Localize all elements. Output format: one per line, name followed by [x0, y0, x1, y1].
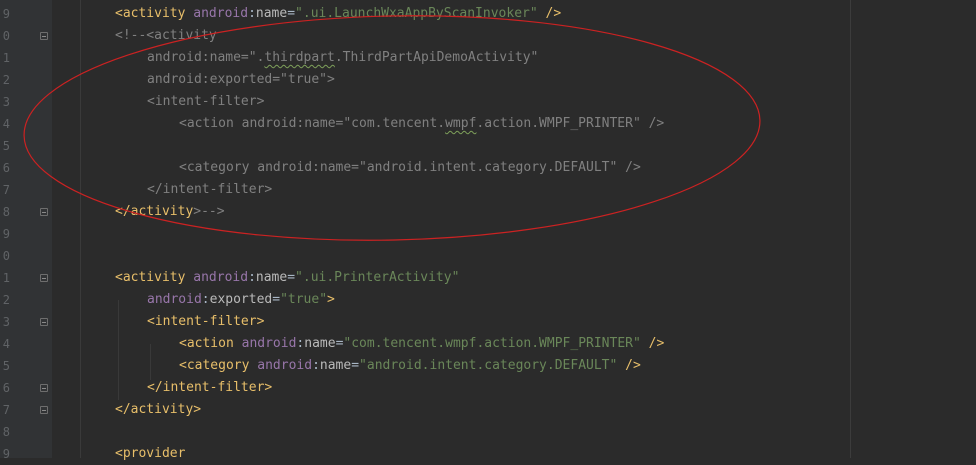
annotation-ellipse [23, 15, 761, 241]
